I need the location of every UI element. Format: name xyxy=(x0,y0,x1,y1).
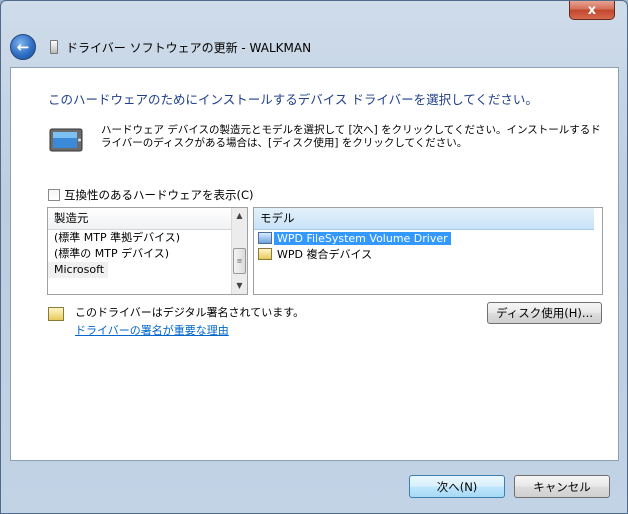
back-button[interactable]: ← xyxy=(10,34,36,60)
scroll-up-icon[interactable]: ▲ xyxy=(232,208,247,224)
list-item-label: WPD FileSystem Volume Driver xyxy=(274,231,451,245)
manufacturer-header: 製造元 xyxy=(48,208,247,230)
driver-icon xyxy=(258,248,272,260)
close-icon: x xyxy=(587,2,597,18)
compat-checkbox-label: 互換性のあるハードウェアを表示(C) xyxy=(64,188,254,202)
signature-info-link[interactable]: ドライバーの署名が重要な理由 xyxy=(75,322,229,338)
close-button[interactable]: x xyxy=(569,1,615,20)
driver-icon xyxy=(258,232,272,244)
list-item-selected[interactable]: Microsoft xyxy=(48,262,109,278)
have-disk-button[interactable]: ディスク使用(H)... xyxy=(487,302,602,324)
list-item[interactable]: (標準 MTP 準拠デバイス) xyxy=(48,230,247,246)
list-item-label: WPD 複合デバイス xyxy=(277,248,373,261)
next-button[interactable]: 次へ(N) xyxy=(409,475,505,498)
list-item-selected[interactable]: WPD FileSystem Volume Driver xyxy=(254,230,602,246)
list-item[interactable]: WPD 複合デバイス xyxy=(254,246,602,262)
usb-device-icon xyxy=(50,40,58,54)
signature-status: このドライバーはデジタル署名されています。 xyxy=(75,306,305,319)
device-monitor-icon xyxy=(49,128,83,152)
manufacturer-list[interactable]: 製造元 (標準 MTP 準拠デバイス) (標準の MTP デバイス) Micro… xyxy=(47,207,248,295)
list-item[interactable]: (標準の MTP デバイス) xyxy=(48,246,247,262)
page-heading: このハードウェアのためにインストールするデバイス ドライバーを選択してください。 xyxy=(48,92,538,107)
description-text: ハードウェア デバイスの製造元とモデルを選択して [次へ] をクリックしてくださ… xyxy=(101,124,601,149)
title-bar: ← ドライバー ソフトウェアの更新 - WALKMAN xyxy=(10,33,617,61)
main-content: このハードウェアのためにインストールするデバイス ドライバーを選択してください。… xyxy=(10,67,619,461)
cancel-button[interactable]: キャンセル xyxy=(514,475,610,498)
list-item-wrapper: Microsoft xyxy=(48,262,247,278)
certificate-icon xyxy=(48,307,64,321)
model-header: モデル xyxy=(254,208,594,230)
compat-checkbox[interactable] xyxy=(48,189,60,201)
compat-checkbox-row[interactable]: 互換性のあるハードウェアを表示(C) xyxy=(48,187,254,203)
scroll-thumb[interactable]: ≡ xyxy=(233,248,246,274)
window-title: ドライバー ソフトウェアの更新 - WALKMAN xyxy=(66,40,312,55)
back-arrow-icon: ← xyxy=(16,38,30,56)
scroll-down-icon[interactable]: ▼ xyxy=(232,278,247,294)
dialog-window: x ← ドライバー ソフトウェアの更新 - WALKMAN このハードウェアのた… xyxy=(0,0,628,514)
manufacturer-scrollbar[interactable]: ▲ ≡ ▼ xyxy=(231,208,247,294)
model-list[interactable]: モデル WPD FileSystem Volume Driver WPD 複合デ… xyxy=(253,207,603,295)
